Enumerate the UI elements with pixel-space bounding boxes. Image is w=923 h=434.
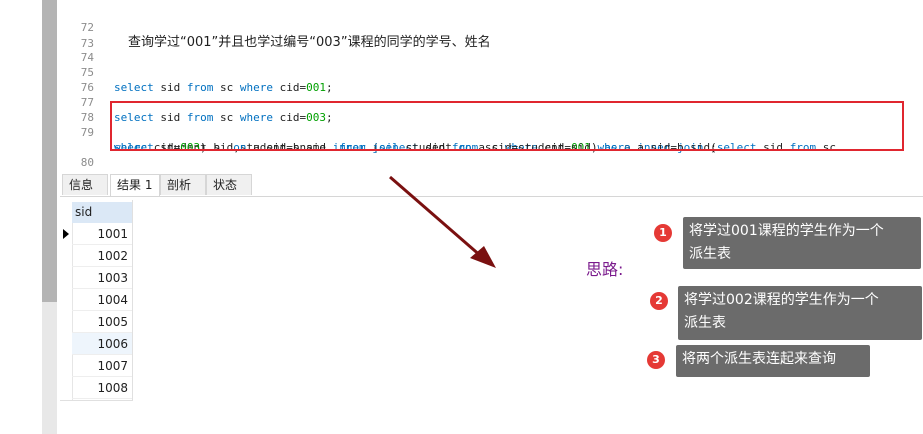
table-cell[interactable]: 1004 <box>72 289 132 311</box>
table-cell[interactable]: 1006 <box>72 333 132 355</box>
table-cell[interactable]: 1002 <box>72 245 132 267</box>
result-grid: sid 1001 1002 1003 1004 1005 1006 1007 1… <box>60 200 133 401</box>
current-row-pointer-icon <box>63 229 69 239</box>
tab-profile[interactable]: 剖析 <box>160 174 206 195</box>
table-cell[interactable]: 1001 <box>72 223 132 245</box>
editor-line: 72 查询学过“001”并且也学过编号“003”课程的同学的学号、姓名 <box>60 5 923 50</box>
tab-info[interactable]: 信息 <box>62 174 108 195</box>
left-panel <box>0 0 42 434</box>
note-box-3: 将两个派生表连起来查询 <box>676 345 870 377</box>
editor-line: 81 <box>60 155 923 170</box>
result-tabbar: 信息 结果 1 剖析 状态 <box>60 174 923 197</box>
table-cell[interactable]: 1005 <box>72 311 132 333</box>
note-box-2: 将学过002课程的学生作为一个 派生表 <box>678 286 922 340</box>
step-badge-2: 2 <box>650 292 668 310</box>
note-line: 将两个派生表连起来查询 <box>682 351 836 367</box>
editor-line: 74 <box>60 35 923 64</box>
table-cell[interactable]: 1007 <box>72 355 132 377</box>
scrollbar-thumb[interactable] <box>42 0 57 302</box>
note-box-1: 将学过001课程的学生作为一个 派生表 <box>683 217 921 269</box>
editor-line: 73 <box>60 21 923 50</box>
table-cell[interactable]: 1008 <box>72 377 132 399</box>
editor-line: 77 select sid from sc where cid=003; <box>60 80 923 124</box>
tab-status[interactable]: 状态 <box>206 174 252 195</box>
query-highlight-box <box>110 101 904 151</box>
note-line: 派生表 <box>689 246 731 262</box>
editor-line: 75 select sid from sc where cid=001; <box>60 50 923 94</box>
editor-line: 76 <box>60 65 923 94</box>
table-cell[interactable]: 1003 <box>72 267 132 289</box>
note-line: 将学过001课程的学生作为一个 <box>689 223 884 239</box>
siluo-label: 思路: <box>586 260 624 279</box>
step-badge-3: 3 <box>647 351 665 369</box>
tab-result-1[interactable]: 结果 1 <box>110 174 160 196</box>
note-line: 派生表 <box>684 315 726 331</box>
note-line: 将学过002课程的学生作为一个 <box>684 292 879 308</box>
column-header-sid[interactable]: sid <box>72 202 132 223</box>
step-badge-1: 1 <box>654 224 672 242</box>
